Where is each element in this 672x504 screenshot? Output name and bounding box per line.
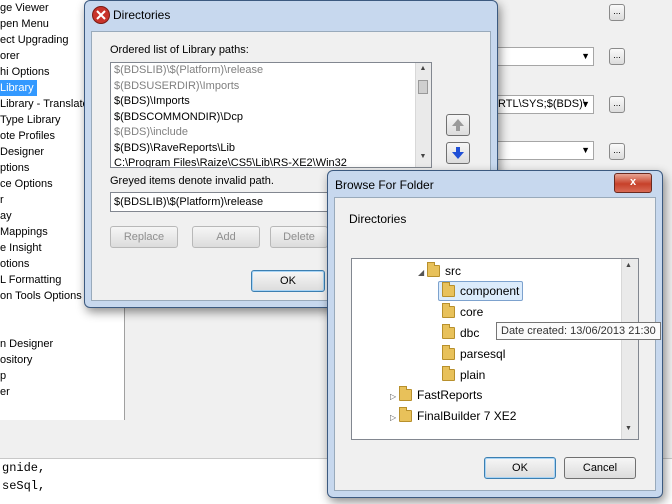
options-tree-item[interactable]: er bbox=[0, 386, 10, 398]
library-path-item[interactable]: $(BDS)\Imports bbox=[111, 94, 431, 110]
replace-button[interactable]: Replace bbox=[110, 226, 178, 248]
folder-icon bbox=[427, 262, 440, 277]
folder-icon bbox=[442, 324, 455, 339]
options-tree-item[interactable]: Type Library bbox=[0, 114, 61, 126]
tree-node-fastreports[interactable]: ▷ FastReports bbox=[390, 385, 482, 405]
library-path-item[interactable]: C:\Program Files\Raize\CS5\Lib\RS-XE2\Wi… bbox=[111, 156, 431, 167]
options-tree-item[interactable]: n Designer bbox=[0, 338, 53, 350]
scroll-thumb[interactable] bbox=[418, 80, 428, 94]
library-path-item[interactable]: $(BDSCOMMONDIR)\Dcp bbox=[111, 110, 431, 126]
options-tree-item[interactable]: r bbox=[0, 194, 4, 206]
list-scrollbar[interactable]: ▲ ▼ bbox=[415, 63, 431, 167]
delete-button[interactable]: Delete bbox=[270, 226, 328, 248]
folder-icon bbox=[442, 366, 455, 381]
options-tree-item[interactable]: ect Upgrading bbox=[0, 34, 69, 46]
path-edit-field[interactable]: $(BDSLIB)\$(Platform)\release bbox=[110, 192, 328, 212]
browse-cancel-button[interactable]: Cancel bbox=[564, 457, 636, 479]
options-tree-item[interactable]: ce Options bbox=[0, 178, 53, 190]
tree-row[interactable]: er bbox=[0, 384, 124, 400]
expanded-triangle-icon[interactable]: ◢ bbox=[418, 263, 427, 283]
library-path-value: RTL\SYS;$(BDS)\ bbox=[498, 98, 586, 110]
library-path-item[interactable]: $(BDSUSERDIR)\Imports bbox=[111, 79, 431, 95]
library-paths-list[interactable]: $(BDSLIB)\$(Platform)\release $(BDSUSERDI… bbox=[110, 62, 432, 168]
options-tree-item[interactable]: e Insight bbox=[0, 242, 42, 254]
options-tree-item[interactable]: hi Options bbox=[0, 66, 50, 78]
browse-heading: Directories bbox=[349, 212, 407, 226]
chevron-down-icon: ▼ bbox=[581, 99, 590, 109]
options-tree-item[interactable]: Library - Translate bbox=[0, 98, 89, 110]
options-tree-item[interactable]: ay bbox=[0, 210, 12, 222]
options-tree-item[interactable]: on Tools Options bbox=[0, 290, 82, 302]
browse-dialog-title: Browse For Folder bbox=[335, 178, 434, 192]
browse-ok-button[interactable]: OK bbox=[484, 457, 556, 479]
directories-ok-button[interactable]: OK bbox=[251, 270, 325, 292]
options-tree-item[interactable]: ote Profiles bbox=[0, 130, 55, 142]
folder-icon bbox=[442, 303, 455, 318]
options-tree-item[interactable]: Library bbox=[0, 80, 37, 96]
ellipsis-button-4[interactable]: ... bbox=[609, 143, 625, 160]
folder-tree-scrollbar[interactable]: ▲ ▼ bbox=[621, 259, 638, 439]
tree-node-src[interactable]: ◢ src bbox=[418, 261, 461, 281]
options-tree-item[interactable]: Designer bbox=[0, 146, 44, 158]
collapsed-triangle-icon[interactable]: ▷ bbox=[390, 387, 399, 407]
folder-icon bbox=[442, 282, 455, 297]
greyed-note: Greyed items denote invalid path. bbox=[110, 175, 274, 187]
arrow-down-icon bbox=[452, 147, 464, 159]
scroll-up-icon[interactable]: ▲ bbox=[625, 262, 632, 269]
folder-icon bbox=[399, 407, 412, 422]
ellipsis-button-2[interactable]: ... bbox=[609, 48, 625, 65]
options-tree-item[interactable]: orer bbox=[0, 50, 20, 62]
folder-icon bbox=[442, 345, 455, 360]
options-tree-item[interactable]: otions bbox=[0, 258, 29, 270]
chevron-down-icon: ▼ bbox=[581, 145, 590, 155]
app-icon bbox=[92, 6, 110, 24]
collapsed-triangle-icon[interactable]: ▷ bbox=[390, 408, 399, 428]
tree-row[interactable]: ository bbox=[0, 352, 124, 368]
add-button[interactable]: Add bbox=[192, 226, 260, 248]
chevron-down-icon: ▼ bbox=[581, 51, 590, 61]
library-path-combo[interactable]: RTL\SYS;$(BDS)\ ▼ bbox=[494, 95, 594, 114]
scroll-down-icon[interactable]: ▼ bbox=[625, 425, 632, 432]
date-created-tooltip: Date created: 13/06/2013 21:30 bbox=[496, 322, 661, 340]
folder-icon bbox=[399, 386, 412, 401]
tree-row[interactable] bbox=[0, 320, 124, 336]
ellipsis-button-3[interactable]: ... bbox=[609, 96, 625, 113]
options-tree-item[interactable]: ptions bbox=[0, 162, 29, 174]
options-tree-item[interactable]: L Formatting bbox=[0, 274, 61, 286]
combo-3[interactable]: ▼ bbox=[494, 141, 594, 160]
tree-row[interactable]: n Designer bbox=[0, 336, 124, 352]
tree-row[interactable]: p bbox=[0, 368, 124, 384]
arrow-up-icon bbox=[452, 119, 464, 131]
tree-node-component[interactable]: component bbox=[438, 281, 524, 301]
options-tree-item[interactable]: p bbox=[0, 370, 6, 382]
library-path-item[interactable]: $(BDS)\include bbox=[111, 125, 431, 141]
tree-node-finalbuilder[interactable]: ▷ FinalBuilder 7 XE2 bbox=[390, 406, 516, 426]
move-up-button[interactable] bbox=[446, 114, 470, 136]
scroll-up-icon[interactable]: ▲ bbox=[418, 65, 428, 77]
folder-tree[interactable]: ◢ src component core dbc parsesql plain ▷… bbox=[351, 258, 639, 440]
tree-node-dbc[interactable]: dbc bbox=[442, 323, 479, 343]
ellipsis-button-1[interactable]: ... bbox=[609, 4, 625, 21]
list-label: Ordered list of Library paths: bbox=[110, 44, 249, 56]
browse-folder-dialog: Browse For Folder x Directories ◢ src com… bbox=[327, 170, 663, 498]
options-tree-item[interactable]: ge Viewer bbox=[0, 2, 49, 14]
options-tree-item[interactable]: ository bbox=[0, 354, 32, 366]
tree-node-plain[interactable]: plain bbox=[442, 365, 485, 385]
options-tree-item[interactable]: pen Menu bbox=[0, 18, 49, 30]
library-path-item[interactable]: $(BDSLIB)\$(Platform)\release bbox=[111, 63, 431, 79]
move-down-button[interactable] bbox=[446, 142, 470, 164]
library-path-item[interactable]: $(BDS)\RaveReports\Lib bbox=[111, 141, 431, 157]
combo-1[interactable]: ▼ bbox=[494, 47, 594, 66]
scroll-down-icon[interactable]: ▼ bbox=[418, 153, 428, 165]
tree-node-core[interactable]: core bbox=[442, 302, 483, 322]
tree-node-parsesql[interactable]: parsesql bbox=[442, 344, 505, 364]
close-button[interactable]: x bbox=[614, 173, 652, 193]
close-icon: x bbox=[629, 176, 637, 188]
dialog-title: Directories bbox=[113, 8, 171, 22]
browse-client: Directories ◢ src component core dbc pars… bbox=[334, 197, 656, 491]
options-tree-item[interactable]: Mappings bbox=[0, 226, 48, 238]
